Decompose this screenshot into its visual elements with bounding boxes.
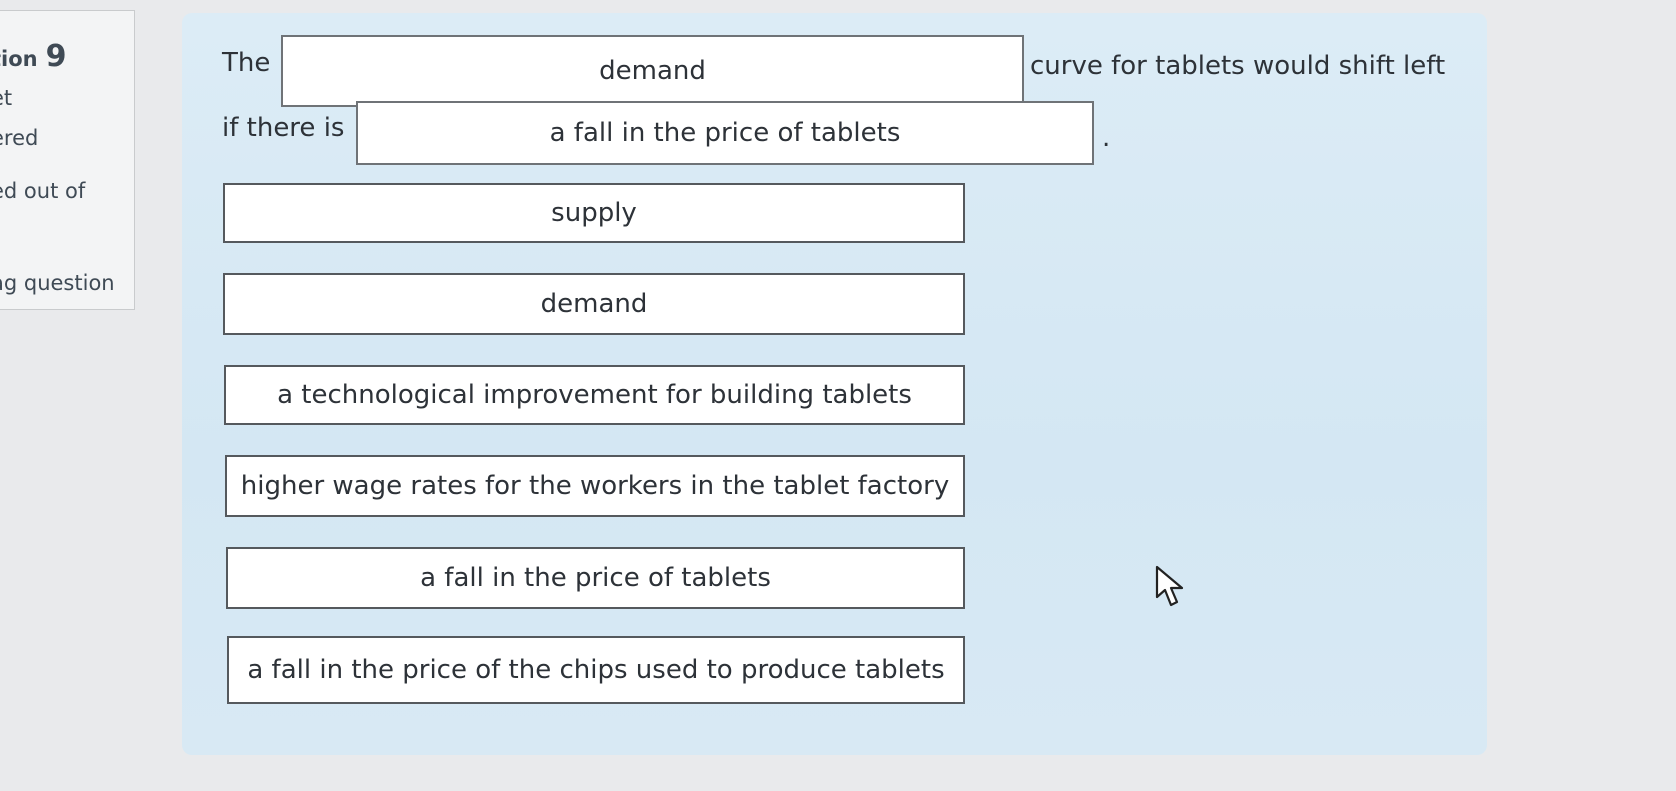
question-label: tion: [0, 47, 38, 71]
mouse-pointer-icon: [1155, 565, 1184, 607]
drag-choice-label: higher wage rates for the workers in the…: [240, 471, 950, 501]
question-status: ered: [0, 126, 39, 150]
sentence-part-2: curve for tablets would shift left: [1030, 51, 1446, 81]
drop-zone-2[interactable]: a fall in the price of tablets: [356, 101, 1094, 165]
drop-zone-1-value[interactable]: demand: [599, 56, 706, 86]
drop-zone-1[interactable]: demand: [281, 35, 1024, 107]
question-formulation: The demand curve for tablets would shift…: [182, 13, 1487, 755]
drag-choice-supply[interactable]: supply: [223, 183, 965, 243]
drag-choice-label: a technological improvement for building…: [277, 380, 912, 410]
question-number: 9: [45, 39, 67, 74]
drag-choice-label: supply: [551, 198, 637, 228]
sentence-end-punctuation: .: [1102, 123, 1111, 153]
drag-choice-higher-wage-rates[interactable]: higher wage rates for the workers in the…: [225, 455, 965, 517]
drag-choice-label: demand: [540, 289, 648, 319]
question-state: et: [0, 86, 13, 110]
drag-choice-fall-price-chips[interactable]: a fall in the price of the chips used to…: [227, 636, 965, 704]
drop-zone-2-value[interactable]: a fall in the price of tablets: [550, 118, 901, 148]
drag-choice-label: a fall in the price of tablets: [420, 563, 771, 593]
drag-choice-demand[interactable]: demand: [223, 273, 965, 335]
drag-choice-fall-price-tablets[interactable]: a fall in the price of tablets: [226, 547, 965, 609]
sentence-part-3: if there is: [222, 113, 345, 143]
drag-choice-label: a fall in the price of the chips used to…: [247, 655, 945, 685]
flag-question-link[interactable]: ag question: [0, 271, 115, 295]
drag-choice-technological-improvement[interactable]: a technological improvement for building…: [224, 365, 965, 425]
question-title: tion 9: [0, 39, 67, 74]
question-mark: ed out of: [0, 179, 86, 203]
question-info-panel: tion 9 et ered ed out of ag question: [0, 10, 135, 310]
sentence-part-1: The: [222, 48, 271, 78]
